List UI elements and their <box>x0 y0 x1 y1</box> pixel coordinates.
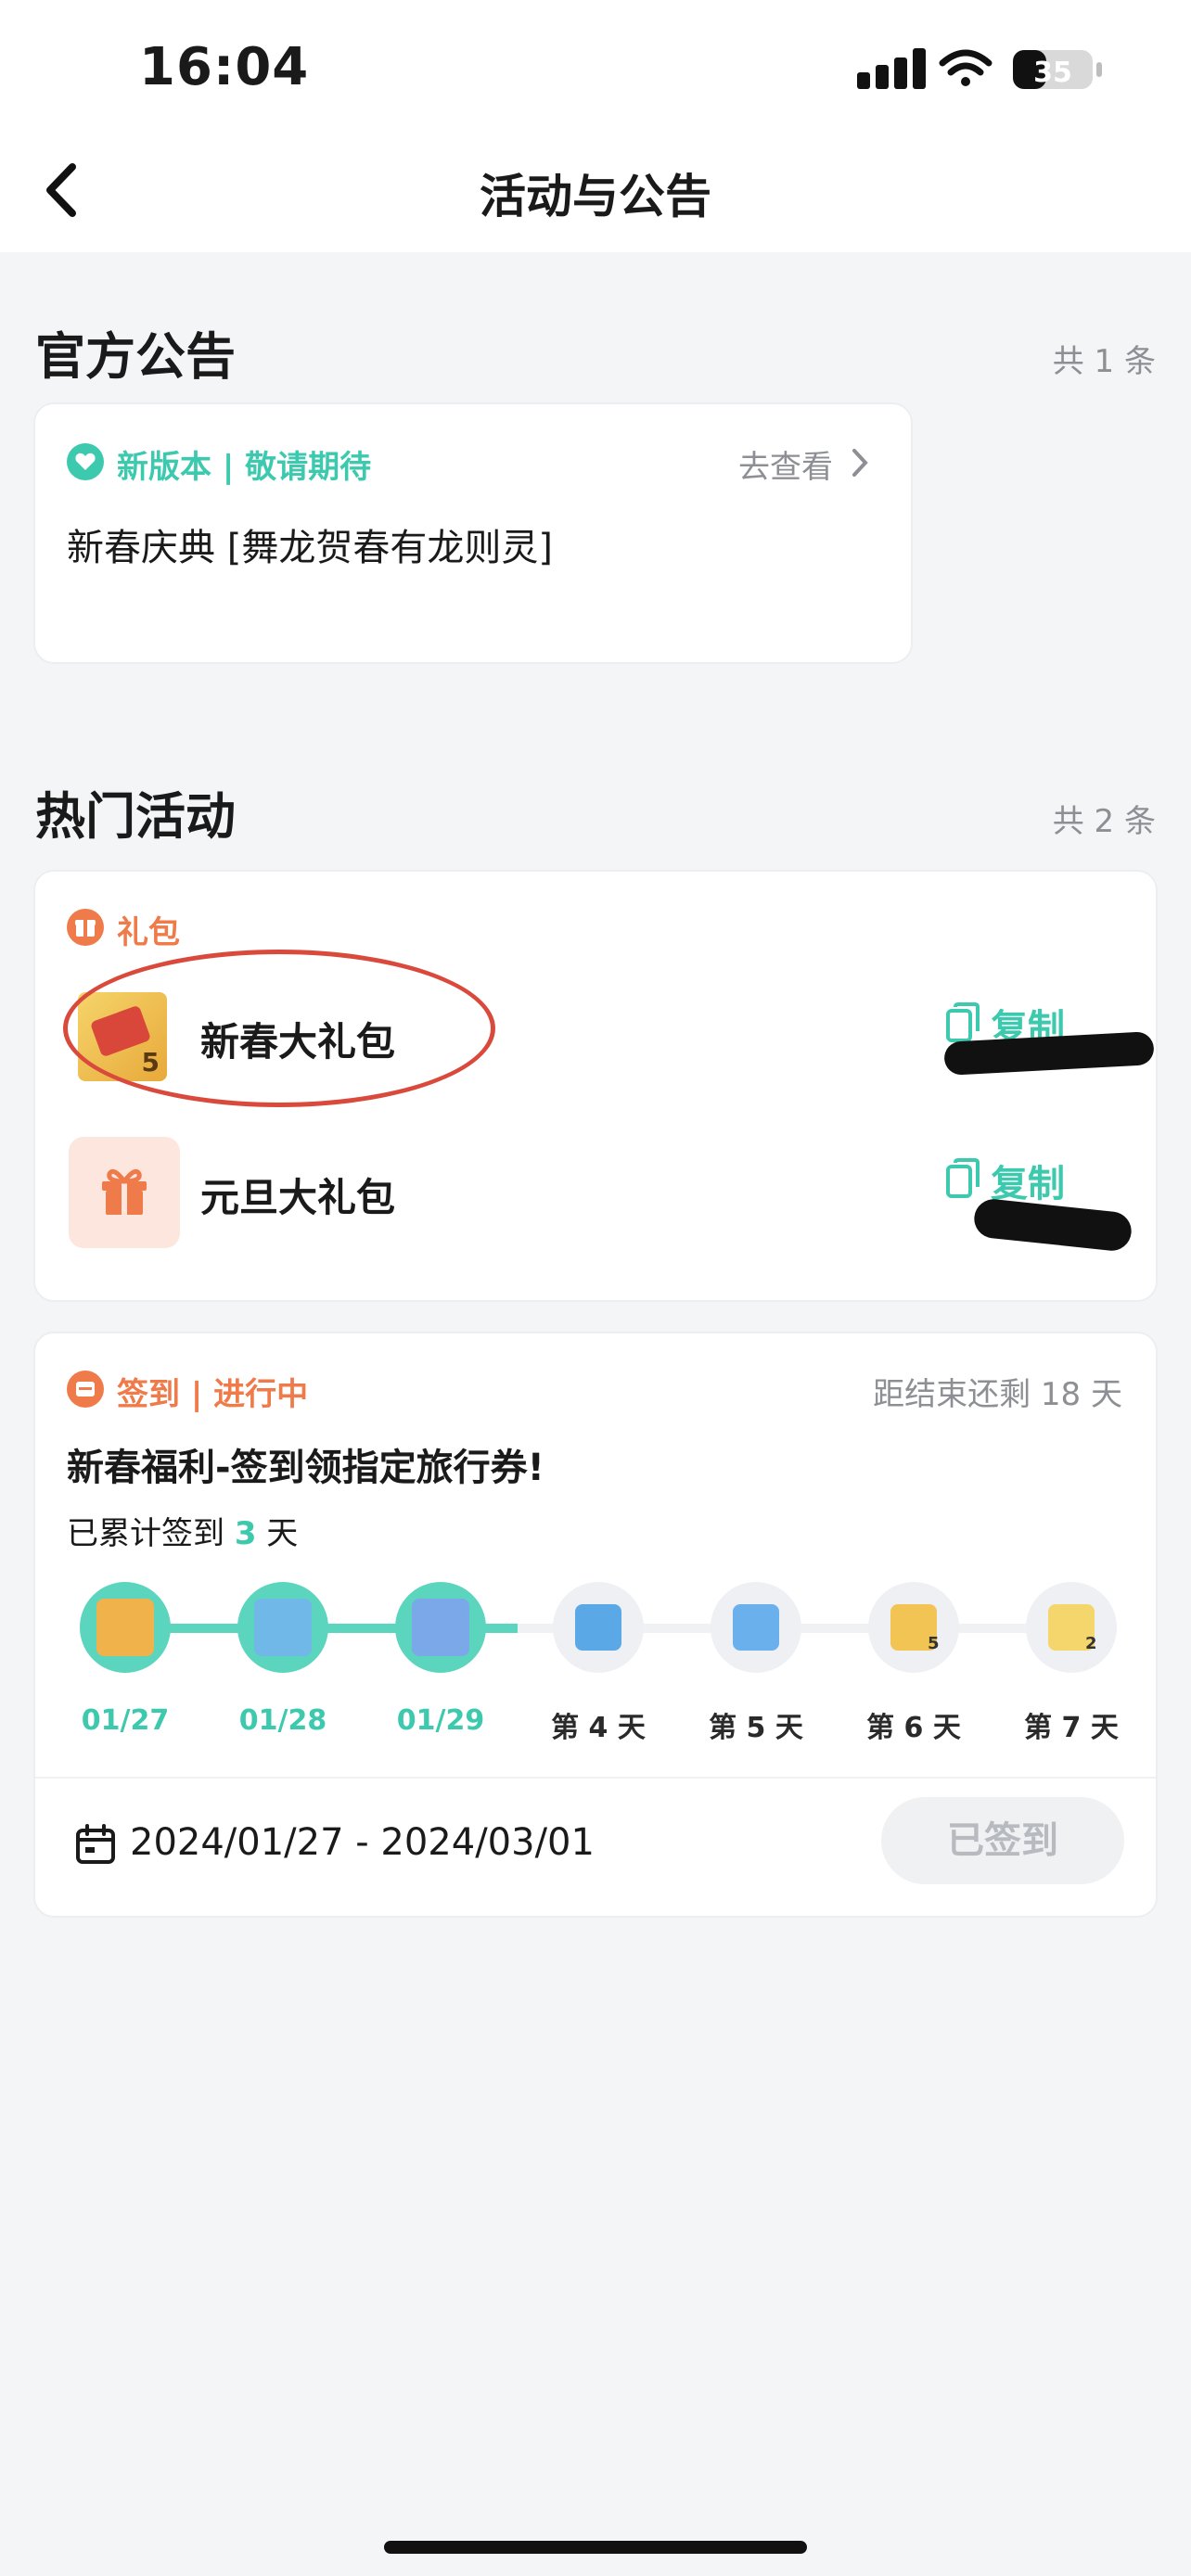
heart-badge-icon <box>67 443 104 480</box>
day-label: 第 4 天 <box>551 1712 646 1744</box>
day-label: 第 5 天 <box>709 1712 803 1744</box>
new-year-day-gift-image <box>69 1137 180 1248</box>
annotation-circle <box>63 950 495 1107</box>
day-label: 01/29 <box>396 1704 485 1737</box>
copy-icon[interactable] <box>944 1157 981 1200</box>
day-label: 第 6 天 <box>866 1712 961 1744</box>
day-label: 01/27 <box>81 1704 170 1737</box>
status-icons: 35 <box>857 48 1102 89</box>
announcement-text: 新春庆典 [舞龙贺春有龙则灵] <box>67 527 553 569</box>
remaining-days: 距结束还剩 18 天 <box>873 1376 1122 1413</box>
home-indicator <box>384 2541 807 2554</box>
copy-icon[interactable] <box>944 1001 981 1044</box>
view-link[interactable]: 去查看 <box>738 441 833 487</box>
calendar-badge-icon <box>67 1371 104 1408</box>
reward-count-badge: 2 <box>1085 1634 1097 1653</box>
status-time: 16:04 <box>139 37 310 97</box>
day-label: 第 7 天 <box>1024 1712 1119 1744</box>
signal-icon <box>857 48 926 89</box>
activities-title: 热门活动 <box>35 787 236 846</box>
day-node-pending <box>711 1582 801 1673</box>
calendar-icon <box>76 1824 115 1864</box>
announcements-title: 官方公告 <box>35 327 236 386</box>
battery-level: 35 <box>1033 57 1072 89</box>
gift-icon <box>102 1168 147 1215</box>
signed-in-button[interactable]: 已签到 <box>881 1797 1124 1884</box>
gift-name: 元旦大礼包 <box>200 1175 396 1220</box>
announcement-card[interactable]: 新版本 | 敬请期待 去查看 新春庆典 [舞龙贺春有龙则灵] <box>33 402 913 664</box>
day-node-pending <box>553 1582 644 1673</box>
divider <box>35 1777 1156 1779</box>
day-node-pending: 2 <box>1026 1582 1117 1673</box>
announcements-count: 共 1 条 <box>1052 343 1156 380</box>
day-node-done <box>395 1582 486 1673</box>
day-node-done <box>237 1582 328 1673</box>
date-range: 2024/01/27 - 2024/03/01 <box>130 1821 595 1864</box>
day-node-pending: 5 <box>868 1582 959 1673</box>
gift-badge-icon <box>67 909 104 946</box>
day-label: 01/28 <box>238 1704 327 1737</box>
signin-progress: 已累计签到 3 天 <box>67 1515 299 1552</box>
reward-count-badge: 5 <box>928 1634 940 1653</box>
page-title: 活动与公告 <box>480 170 711 223</box>
signin-tag: 签到 | 进行中 <box>117 1376 309 1413</box>
activities-count: 共 2 条 <box>1052 803 1156 840</box>
chevron-right-icon <box>852 449 868 477</box>
gift-tag: 礼包 <box>117 914 180 951</box>
announcement-tag: 新版本 | 敬请期待 <box>117 449 372 486</box>
day-node-done <box>80 1582 171 1673</box>
signin-title: 新春福利-签到领指定旅行券! <box>67 1447 544 1489</box>
wifi-icon <box>939 49 992 86</box>
redaction-scribble <box>972 1197 1133 1253</box>
